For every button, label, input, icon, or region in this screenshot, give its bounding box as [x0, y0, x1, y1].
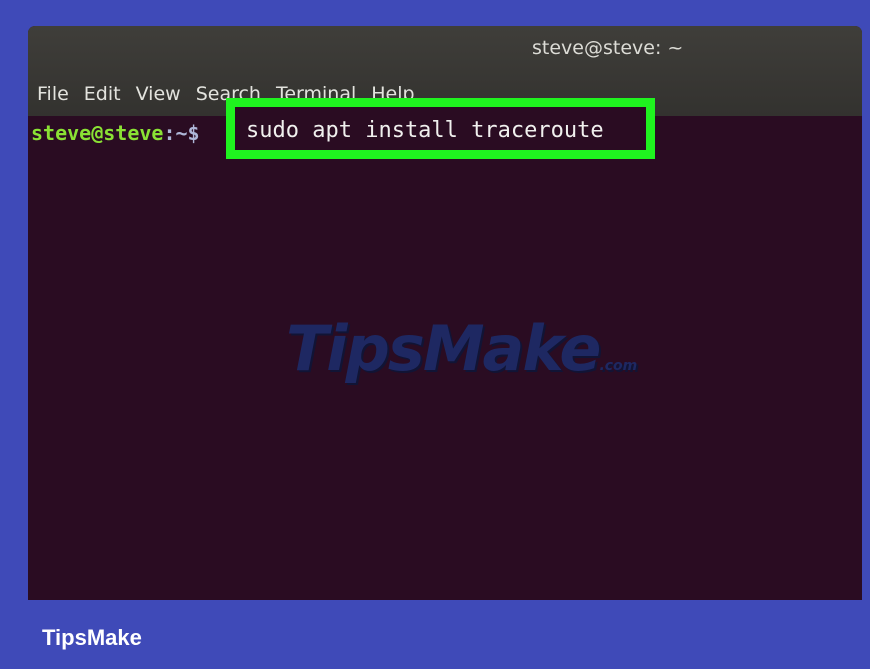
- prompt-user: steve@steve: [31, 121, 164, 145]
- window-title: steve@steve: ~: [532, 37, 684, 59]
- watermark-text: TipsMake: [286, 312, 601, 385]
- terminal-command: sudo apt install traceroute: [246, 118, 604, 143]
- menu-file[interactable]: File: [37, 83, 69, 105]
- menu-edit[interactable]: Edit: [84, 83, 121, 105]
- prompt-path: :~$: [163, 121, 200, 145]
- watermark-logo: TipsMake.com: [286, 312, 637, 385]
- watermark-suffix: .com: [599, 358, 638, 374]
- terminal-prompt: steve@steve:~$: [31, 121, 200, 145]
- terminal-window: steve@steve: ~ File Edit View Search Ter…: [28, 26, 862, 600]
- menu-view[interactable]: View: [136, 83, 181, 105]
- footer-brand: TipsMake: [42, 625, 142, 650]
- page-frame: steve@steve: ~ File Edit View Search Ter…: [0, 0, 870, 669]
